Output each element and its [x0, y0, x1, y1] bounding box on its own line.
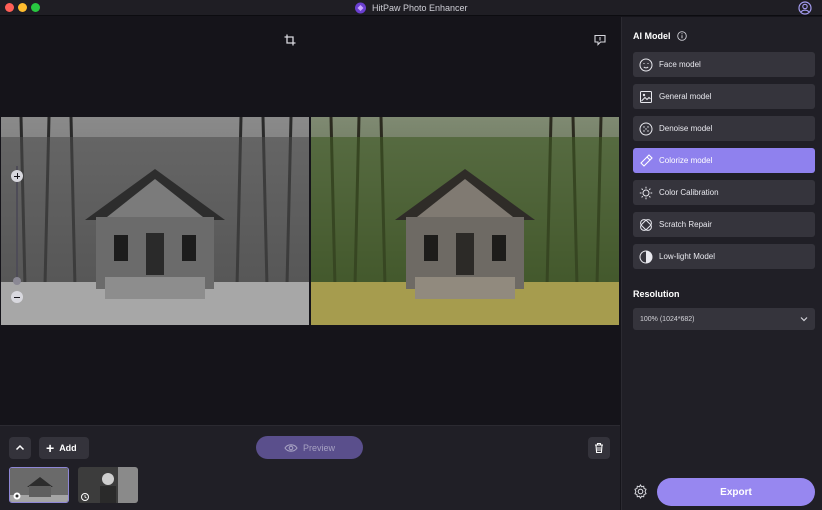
minimize-window-button[interactable]: [18, 3, 27, 12]
plus-icon: +: [46, 440, 55, 456]
account-icon[interactable]: [798, 1, 812, 15]
color-calibration-button[interactable]: Color Calibration: [633, 180, 815, 205]
chevron-down-icon: [800, 317, 808, 322]
bandage-icon: [640, 218, 652, 231]
app-logo-icon: [355, 2, 366, 14]
trash-icon: [595, 442, 603, 454]
model-label: Scratch Repair: [659, 220, 712, 229]
settings-panel: AI Model Face model General model Denois…: [621, 17, 822, 510]
zoom-slider-handle[interactable]: [13, 277, 21, 285]
original-image: [1, 117, 309, 325]
window-title: HitPaw Photo Enhancer: [372, 3, 468, 13]
close-window-button[interactable]: [5, 3, 14, 12]
resolution-heading: Resolution: [633, 289, 680, 299]
info-icon[interactable]: [677, 31, 687, 41]
half-circle-icon: [639, 250, 653, 263]
eye-icon: [284, 443, 298, 452]
app-window: HitPaw Photo Enhancer + Add Preview AI M…: [0, 0, 822, 510]
gear-icon[interactable]: [633, 484, 648, 499]
model-label: Denoise model: [659, 124, 713, 133]
ai-model-heading: AI Model: [633, 31, 671, 41]
preview-button-label: Preview: [302, 442, 335, 453]
processed-badge-icon: [13, 492, 21, 500]
sun-icon: [639, 186, 653, 199]
colorize-model-button[interactable]: Colorize model: [633, 148, 815, 173]
enhanced-image: [311, 117, 619, 325]
title-bar: HitPaw Photo Enhancer: [0, 0, 822, 16]
scratch-repair-button[interactable]: Scratch Repair: [633, 212, 815, 237]
face-model-button[interactable]: Face model: [633, 52, 815, 77]
bottom-toolbar: + Add Preview: [0, 425, 620, 510]
face-icon: [639, 58, 653, 71]
maximize-window-button[interactable]: [31, 3, 40, 12]
chevron-up-icon: [15, 444, 25, 451]
model-label: Low-light Model: [659, 252, 716, 261]
general-model-button[interactable]: General model: [633, 84, 815, 109]
collapse-thumbnails-button[interactable]: [9, 437, 31, 459]
thumbnail-portrait[interactable]: [78, 467, 138, 503]
model-label: Colorize model: [659, 156, 713, 165]
model-label: Color Calibration: [659, 188, 719, 197]
pending-badge-icon: [81, 493, 89, 501]
resolution-select[interactable]: 100% (1024*682): [633, 308, 815, 330]
add-image-button[interactable]: + Add: [39, 437, 89, 459]
zoom-slider-track[interactable]: [16, 166, 18, 283]
add-button-label: Add: [59, 443, 77, 453]
zoom-out-icon[interactable]: [11, 291, 23, 303]
export-button[interactable]: Export: [657, 478, 815, 506]
crop-icon[interactable]: [284, 34, 296, 46]
compare-view-icon[interactable]: [594, 34, 606, 46]
preview-button[interactable]: Preview: [256, 436, 363, 459]
resolution-value: 100% (1024*682): [640, 315, 695, 323]
model-label: General model: [659, 92, 712, 101]
colorize-icon: [640, 153, 653, 167]
low-light-model-button[interactable]: Low-light Model: [633, 244, 815, 269]
preview-canvas: [0, 17, 620, 425]
export-button-label: Export: [720, 486, 752, 498]
image-icon: [640, 90, 652, 103]
zoom-in-icon[interactable]: [11, 170, 23, 182]
thumbnail-house[interactable]: [9, 467, 69, 503]
delete-image-button[interactable]: [588, 437, 610, 459]
model-label: Face model: [659, 60, 701, 69]
denoise-model-button[interactable]: Denoise model: [633, 116, 815, 141]
denoise-icon: [639, 122, 653, 135]
